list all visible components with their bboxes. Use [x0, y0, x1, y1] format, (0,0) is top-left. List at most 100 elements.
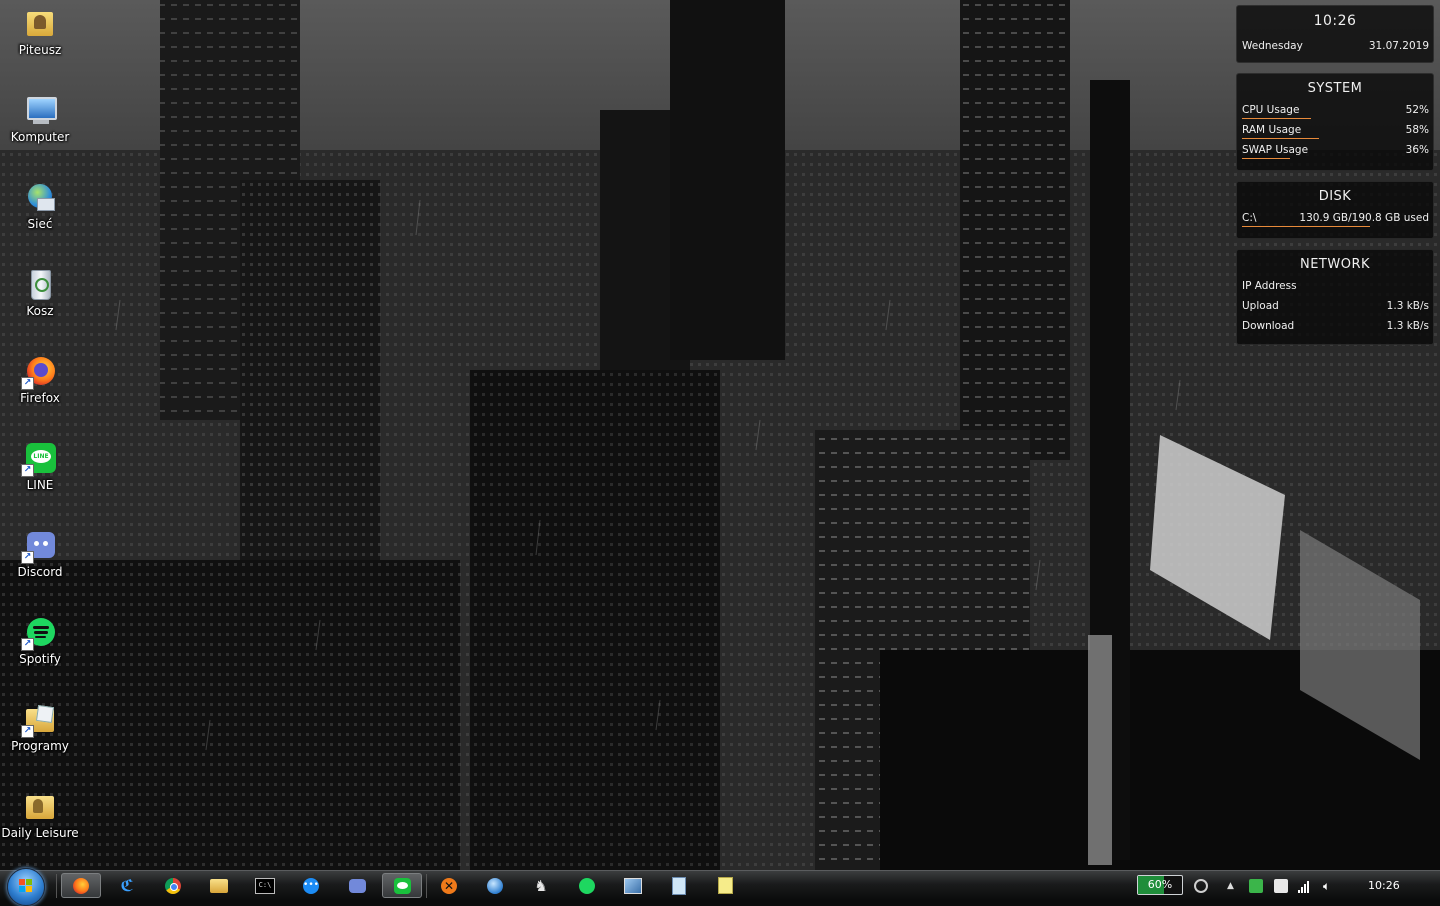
command-prompt-icon: C:\	[255, 877, 275, 894]
show-hidden-icons-icon[interactable]: ▲	[1227, 879, 1241, 893]
desktop-icon-label: Sieć	[27, 217, 53, 231]
widget-clock-date: 31.07.2019	[1368, 40, 1429, 52]
desktop-icon-siec[interactable]: Sieć	[0, 176, 80, 258]
battery-indicator[interactable]: 60%	[1137, 875, 1183, 895]
line-app-icon	[393, 877, 411, 894]
ip-address-label: IP Address	[1242, 280, 1297, 292]
ram-usage-value: 58%	[1405, 124, 1429, 136]
sync-icon[interactable]	[1194, 879, 1208, 893]
desktop-icon-label: Daily Leisure	[1, 826, 79, 840]
ip-address-row: IP Address	[1237, 276, 1433, 296]
clock-widget: 10:26 Wednesday 31.07.2019	[1236, 5, 1434, 63]
firefox-icon: ↗	[21, 354, 57, 390]
network-signal-icon[interactable]	[1298, 879, 1312, 893]
desktop-icon-programy[interactable]: ↗ Programy	[0, 698, 80, 780]
desktop-icon-daily-leisure[interactable]: Daily Leisure	[0, 785, 80, 867]
disk-c-row: C:\ 130.9 GB/190.8 GB used	[1237, 208, 1433, 228]
windows-start-orb-icon[interactable]	[7, 868, 45, 906]
taskbar-chrome-button[interactable]	[153, 873, 193, 898]
spotify-icon	[579, 877, 595, 894]
taskbar-command-prompt-button[interactable]: C:\	[245, 873, 285, 898]
shortcut-arrow-icon: ↗	[21, 464, 34, 477]
bird-app-icon: ℭ	[120, 876, 134, 895]
taskbar-network-tool-button[interactable]	[613, 873, 653, 898]
notepad-icon	[672, 876, 686, 895]
desktop-icon-firefox[interactable]: ↗ Firefox	[0, 350, 80, 432]
swap-usage-row: SWAP Usage 36%	[1237, 140, 1433, 160]
taskbar-line-button[interactable]	[382, 873, 422, 898]
network-tool-icon	[624, 877, 642, 894]
tray-clock[interactable]: 10:26	[1368, 879, 1400, 892]
desktop-icon-label: Programy	[11, 739, 69, 753]
swap-usage-bar	[1242, 158, 1374, 159]
download-row: Download 1.3 kB/s	[1237, 316, 1433, 336]
widget-clock-day: Wednesday	[1242, 40, 1303, 52]
taskbar-discord-button[interactable]	[337, 873, 377, 898]
sticky-notes-icon	[717, 877, 733, 894]
action-center-icon[interactable]	[1274, 879, 1288, 893]
cpu-usage-bar	[1242, 118, 1374, 119]
desktop-icon-label: Firefox	[20, 391, 60, 405]
swap-usage-label: SWAP Usage	[1242, 144, 1309, 156]
computer-icon	[23, 93, 57, 127]
user-folder-icon	[23, 6, 57, 40]
taskbar: ℭ C:\ ••• ✕ ♞ 60% ▲ 🔈︎ 10:26	[0, 868, 1440, 906]
widget-clock-time: 10:26	[1313, 13, 1357, 29]
upload-label: Upload	[1242, 300, 1279, 312]
cpu-usage-row: CPU Usage 52%	[1237, 100, 1433, 120]
taskbar-spotify-button[interactable]	[567, 873, 607, 898]
taskbar-x-app-button[interactable]: ✕	[429, 873, 469, 898]
desktop-icon-label: Komputer	[10, 130, 70, 144]
desktop-icon-line[interactable]: LINE ↗ LINE	[0, 437, 80, 519]
folder-icon	[23, 789, 57, 823]
desktop-icon-label: Discord	[17, 565, 63, 579]
system-widget: SYSTEM CPU Usage 52% RAM Usage 58% SWAP …	[1236, 73, 1434, 171]
cpu-usage-label: CPU Usage	[1242, 104, 1300, 116]
disk-widget: DISK C:\ 130.9 GB/190.8 GB used	[1236, 181, 1434, 239]
discord-icon: ↗	[21, 528, 57, 564]
taskbar-fox-app-button[interactable]: ♞	[521, 873, 561, 898]
swap-usage-value: 36%	[1405, 144, 1429, 156]
system-widget-title: SYSTEM	[1307, 81, 1363, 96]
desktop-icon-label: Kosz	[26, 304, 54, 318]
taskbar-bird-app-button[interactable]: ℭ	[107, 873, 147, 898]
taskbar-firefox-button[interactable]	[61, 873, 101, 898]
cpu-usage-value: 52%	[1405, 104, 1429, 116]
file-explorer-icon	[210, 878, 228, 893]
settings-globe-icon	[487, 877, 503, 894]
chrome-icon	[165, 877, 181, 894]
ram-usage-label: RAM Usage	[1242, 124, 1302, 136]
taskbar-sticky-notes-button[interactable]	[705, 873, 745, 898]
disk-usage-bar	[1242, 226, 1428, 227]
upload-row: Upload 1.3 kB/s	[1237, 296, 1433, 316]
recycle-bin-icon	[23, 267, 57, 301]
tray-app-icon[interactable]	[1249, 879, 1263, 893]
network-widget: NETWORK IP Address Upload 1.3 kB/s Downl…	[1236, 249, 1434, 345]
taskbar-settings-globe-button[interactable]	[475, 873, 515, 898]
taskbar-notepad-button[interactable]	[659, 873, 699, 898]
shortcut-arrow-icon: ↗	[21, 638, 34, 651]
download-label: Download	[1242, 320, 1295, 332]
fox-app-icon: ♞	[534, 876, 548, 895]
desktop-icon-discord[interactable]: ↗ Discord	[0, 524, 80, 606]
taskbar-messenger-button[interactable]: •••	[291, 873, 331, 898]
upload-value: 1.3 kB/s	[1386, 300, 1429, 312]
disk-drive-label: C:\	[1242, 212, 1257, 224]
network-widget-title: NETWORK	[1299, 257, 1371, 272]
taskbar-separator	[426, 874, 427, 898]
network-globe-icon	[23, 180, 57, 214]
desktop-icon-spotify[interactable]: ↗ Spotify	[0, 611, 80, 693]
disk-usage-value: 130.9 GB/190.8 GB used	[1299, 212, 1429, 224]
firefox-icon	[73, 877, 89, 894]
folder-icon: ↗	[21, 702, 57, 738]
desktop-icon-label: Spotify	[19, 652, 61, 666]
taskbar-file-explorer-button[interactable]	[199, 873, 239, 898]
desktop-icon-komputer[interactable]: Komputer	[0, 89, 80, 171]
desktop-icon-label: Piteusz	[18, 43, 62, 57]
shortcut-arrow-icon: ↗	[21, 725, 34, 738]
volume-icon[interactable]: 🔈︎	[1323, 879, 1337, 893]
desktop-icon-piteusz[interactable]: Piteusz	[0, 2, 80, 84]
shortcut-arrow-icon: ↗	[21, 377, 34, 390]
desktop-icon-kosz[interactable]: Kosz	[0, 263, 80, 345]
disk-widget-title: DISK	[1318, 189, 1352, 204]
